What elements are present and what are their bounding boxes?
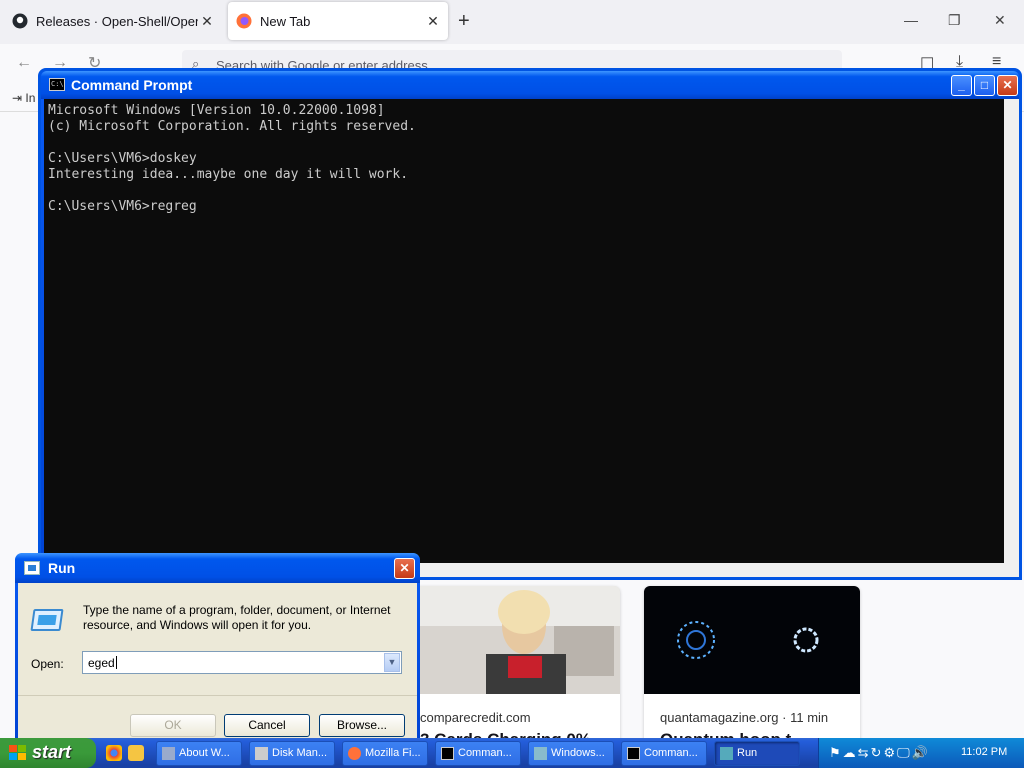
task-command-prompt[interactable]: Comman... xyxy=(621,741,707,766)
open-input-value: eged xyxy=(88,656,115,670)
story-image xyxy=(644,586,860,694)
cmd-icon xyxy=(627,747,640,760)
task-windows[interactable]: Windows... xyxy=(528,741,614,766)
close-tab-icon[interactable]: ✕ xyxy=(424,13,442,30)
command-prompt-window: C:\ Command Prompt _ □ ✕ Microsoft Windo… xyxy=(38,68,1022,580)
cmd-title-bar[interactable]: C:\ Command Prompt _ □ ✕ xyxy=(41,71,1019,99)
run-title-bar[interactable]: Run ✕ xyxy=(15,553,420,583)
story-card[interactable]: quantamagazine.org · 11 min Quantum hoop… xyxy=(644,586,860,746)
restore-icon[interactable]: ❐ xyxy=(948,12,961,29)
start-button[interactable]: start xyxy=(0,738,96,768)
story-source: quantamagazine.org · 11 min xyxy=(660,710,829,725)
clock[interactable]: 11:02 PM xyxy=(961,746,1007,758)
close-tab-icon[interactable]: ✕ xyxy=(198,13,216,30)
cmd-maximize-button[interactable]: □ xyxy=(974,75,995,96)
cmd-minimize-button[interactable]: _ xyxy=(951,75,972,96)
minimize-icon[interactable]: — xyxy=(904,12,918,28)
system-tray: ⚑☁⇆↻⚙🖵🔊 11:02 PM xyxy=(818,738,1024,768)
tab-releases-label: Releases · Open-Shell/Open-Sh xyxy=(36,13,198,29)
tab-new-tab-label: New Tab xyxy=(260,13,311,29)
run-icon xyxy=(720,747,733,760)
chevron-down-icon[interactable]: ▼ xyxy=(384,653,400,672)
windows-logo-icon xyxy=(9,745,26,761)
run-close-button[interactable]: ✕ xyxy=(394,558,415,579)
tray-icons[interactable]: ⚑☁⇆↻⚙🖵🔊 xyxy=(829,745,930,761)
cmd-title: Command Prompt xyxy=(71,77,193,93)
story-image xyxy=(404,586,620,694)
task-disk-management[interactable]: Disk Man... xyxy=(249,741,335,766)
story-card[interactable]: comparecredit.com 3 Cards Charging 0% xyxy=(404,586,620,746)
disk-icon xyxy=(255,747,268,760)
cancel-button[interactable]: Cancel xyxy=(224,714,310,737)
new-tab-plus-icon[interactable]: + xyxy=(458,10,470,33)
task-firefox[interactable]: Mozilla Fi... xyxy=(342,741,428,766)
open-input[interactable]: eged ▼ xyxy=(82,651,402,674)
back-icon[interactable]: ← xyxy=(16,54,32,72)
close-window-icon[interactable]: ✕ xyxy=(994,12,1006,29)
run-description: Type the name of a program, folder, docu… xyxy=(83,603,391,632)
tab-new-tab[interactable]: New Tab ✕ xyxy=(228,2,448,40)
run-title: Run xyxy=(48,560,76,576)
browse-button[interactable]: Browse... xyxy=(319,714,405,737)
open-label: Open: xyxy=(31,657,64,671)
github-icon xyxy=(12,13,28,29)
firefox-tab-bar: Releases · Open-Shell/Open-Sh ✕ New Tab … xyxy=(0,0,1024,44)
taskbar: start About W... Disk Man... Mozilla Fi.… xyxy=(0,738,1024,768)
chrome-quicklaunch-icon[interactable] xyxy=(106,745,122,761)
folder-quicklaunch-icon[interactable] xyxy=(128,745,144,761)
task-about-windows[interactable]: About W... xyxy=(156,741,242,766)
text-caret xyxy=(115,656,117,669)
cmd-icon xyxy=(441,747,454,760)
cmd-icon: C:\ xyxy=(49,78,65,91)
about-icon xyxy=(162,747,175,760)
tab-releases[interactable]: Releases · Open-Shell/Open-Sh ✕ xyxy=(4,2,222,40)
run-program-icon xyxy=(30,609,64,631)
cmd-scrollbar[interactable] xyxy=(1004,99,1019,563)
run-icon xyxy=(24,561,40,575)
cmd-close-button[interactable]: ✕ xyxy=(997,75,1018,96)
run-dialog: Run ✕ Type the name of a program, folder… xyxy=(15,553,420,743)
task-run[interactable]: Run xyxy=(714,741,800,766)
firefox-icon xyxy=(236,13,252,29)
run-body: Type the name of a program, folder, docu… xyxy=(18,583,417,743)
task-command-prompt[interactable]: Comman... xyxy=(435,741,521,766)
cmd-output: Microsoft Windows [Version 10.0.22000.10… xyxy=(48,103,416,214)
windows-icon xyxy=(534,747,547,760)
ok-button[interactable]: OK xyxy=(130,714,216,737)
cmd-console[interactable]: Microsoft Windows [Version 10.0.22000.10… xyxy=(44,99,1004,563)
story-source: comparecredit.com xyxy=(420,710,531,725)
import-bookmarks-item[interactable]: ⇥ In xyxy=(12,91,35,105)
start-label: start xyxy=(32,742,72,762)
firefox-icon xyxy=(348,747,361,760)
